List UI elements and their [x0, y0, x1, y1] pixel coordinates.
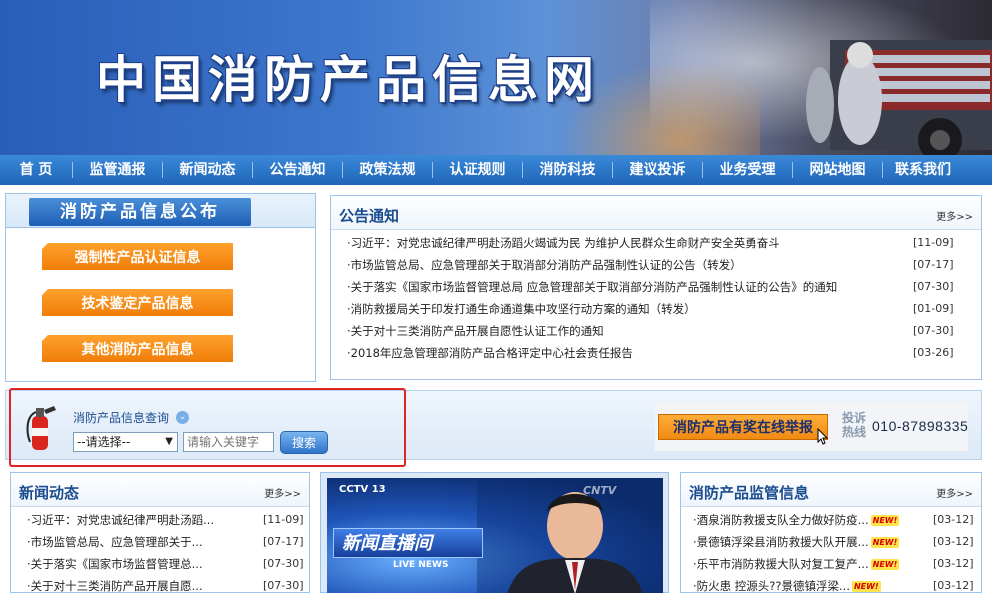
news-more-link[interactable]: 更多>>: [264, 485, 301, 500]
notice-item[interactable]: ·2018年应急管理部消防产品合格评定中心社会责任报告: [347, 342, 907, 364]
fire-truck-image: [806, 40, 992, 155]
nav-contact[interactable]: 联系我们: [883, 155, 963, 185]
nav-home[interactable]: 首 页: [0, 155, 72, 185]
supervision-date: [03-12]: [933, 535, 974, 548]
supervision-header: 消防产品监管信息 更多>>: [681, 473, 981, 507]
panel-header: 消防产品信息公布: [6, 194, 315, 228]
news-panel: 新闻动态 更多>> ·习近平：对党忠诚纪律严明赴汤蹈... [11-09] ·市…: [10, 472, 310, 593]
supervision-item-text: ·乐平市消防救援大队对复工复产...: [693, 557, 869, 571]
supervision-item[interactable]: ·酒泉消防救援支队全力做好防疫... NEW!: [693, 509, 928, 531]
news-date: [11-09]: [263, 513, 304, 526]
notice-item[interactable]: ·消防救援局关于印发打通生命通道集中攻坚行动方案的通知（转发）: [347, 298, 907, 320]
supervision-date: [03-12]: [933, 513, 974, 526]
notice-item[interactable]: ·习近平：对党忠诚纪律严明赴汤蹈火竭诚为民 为维护人民群众生命财产安全英勇奋斗: [347, 232, 907, 254]
nav-supervision-reports[interactable]: 监管通报: [73, 155, 162, 185]
supervision-panel: 消防产品监管信息 更多>> ·酒泉消防救援支队全力做好防疫... NEW! [03…: [680, 472, 982, 593]
supervision-item[interactable]: ·防火患 控源头??景德镇浮梁... NEW!: [693, 575, 928, 593]
news-item[interactable]: ·市场监管总局、应急管理部关于...: [27, 531, 247, 553]
nav-complaints[interactable]: 建议投诉: [613, 155, 702, 185]
header-banner: 中国消防产品信息网: [0, 0, 992, 155]
notice-item[interactable]: ·关于落实《国家市场监督管理总局 应急管理部关于取消部分消防产品强制性认证的公告…: [347, 276, 907, 298]
nav-news[interactable]: 新闻动态: [163, 155, 252, 185]
supervision-item-text: ·防火患 控源头??景德镇浮梁...: [693, 579, 850, 593]
notice-date: [07-30]: [913, 280, 954, 293]
new-badge: NEW!: [870, 515, 900, 526]
supervision-date: [03-12]: [933, 579, 974, 592]
notices-more-link[interactable]: 更多>>: [936, 208, 973, 223]
notice-item[interactable]: ·关于对十三类消防产品开展自愿性认证工作的通知: [347, 320, 907, 342]
online-report-button[interactable]: 消防产品有奖在线举报: [658, 414, 828, 440]
main-nav: 首 页 监管通报 新闻动态 公告通知 政策法规 认证规则 消防科技 建议投诉 业…: [0, 155, 992, 185]
live-news-english: LIVE NEWS: [393, 560, 449, 570]
new-badge: NEW!: [851, 581, 881, 592]
site-title: 中国消防产品信息网: [96, 51, 600, 109]
news-item[interactable]: ·习近平：对党忠诚纪律严明赴汤蹈...: [27, 509, 247, 531]
news-date: [07-30]: [263, 579, 304, 592]
supervision-more-link[interactable]: 更多>>: [936, 485, 973, 500]
other-products-button[interactable]: 其他消防产品信息: [42, 335, 233, 362]
hotline-number: 010-87898335: [872, 418, 969, 434]
supervision-item-text: ·酒泉消防救援支队全力做好防疫...: [693, 513, 869, 527]
live-news-caption: 新闻直播间: [342, 533, 432, 554]
nav-business[interactable]: 业务受理: [703, 155, 792, 185]
nav-sitemap[interactable]: 网站地图: [793, 155, 882, 185]
notices-panel: 公告通知 更多>> ·习近平：对党忠诚纪律严明赴汤蹈火竭诚为民 为维护人民群众生…: [330, 195, 982, 380]
search-highlight-box: [9, 388, 406, 467]
news-item[interactable]: ·关于落实《国家市场监督管理总...: [27, 553, 247, 575]
notice-date: [03-26]: [913, 346, 954, 359]
video-player[interactable]: CCTV 13 CNTV 新闻直播间 LIVE NEWS: [320, 472, 669, 593]
live-news-banner: 新闻直播间: [333, 528, 483, 558]
panel-title: 消防产品信息公布: [29, 198, 251, 226]
news-anchor-image: [477, 478, 663, 593]
notice-item[interactable]: ·市场监管总局、应急管理部关于取消部分消防产品强制性认证的公告（转发）: [347, 254, 907, 276]
product-info-panel: 消防产品信息公布 强制性产品认证信息 技术鉴定产品信息 其他消防产品信息: [5, 193, 316, 382]
notices-header: 公告通知 更多>>: [331, 196, 981, 230]
supervision-item-text: ·景德镇浮梁县消防救援大队开展...: [693, 535, 869, 549]
news-header: 新闻动态 更多>>: [11, 473, 309, 507]
cctv-logo: CCTV 13: [339, 484, 386, 495]
notice-date: [11-09]: [913, 236, 954, 249]
nav-certification-rules[interactable]: 认证规则: [433, 155, 522, 185]
notice-date: [01-09]: [913, 302, 954, 315]
supervision-title: 消防产品监管信息: [689, 484, 810, 502]
notice-date: [07-30]: [913, 324, 954, 337]
new-badge: NEW!: [870, 559, 900, 570]
video-screen[interactable]: CCTV 13 CNTV 新闻直播间 LIVE NEWS: [327, 478, 663, 593]
cursor-pointer-icon: [817, 428, 829, 445]
supervision-item[interactable]: ·景德镇浮梁县消防救援大队开展... NEW!: [693, 531, 928, 553]
new-badge: NEW!: [870, 537, 900, 548]
hotline-label: 投诉热线: [842, 411, 867, 439]
news-date: [07-30]: [263, 557, 304, 570]
ccc-info-button[interactable]: 强制性产品认证信息: [42, 243, 233, 270]
news-item[interactable]: ·关于对十三类消防产品开展自愿...: [27, 575, 247, 593]
notice-date: [07-17]: [913, 258, 954, 271]
nav-policies[interactable]: 政策法规: [343, 155, 432, 185]
nav-notices[interactable]: 公告通知: [253, 155, 342, 185]
news-title: 新闻动态: [19, 484, 80, 502]
technical-appraisal-button[interactable]: 技术鉴定产品信息: [42, 289, 233, 316]
supervision-item[interactable]: ·乐平市消防救援大队对复工复产... NEW!: [693, 553, 928, 575]
supervision-date: [03-12]: [933, 557, 974, 570]
notices-title: 公告通知: [339, 207, 400, 225]
nav-fire-tech[interactable]: 消防科技: [523, 155, 612, 185]
news-date: [07-17]: [263, 535, 304, 548]
